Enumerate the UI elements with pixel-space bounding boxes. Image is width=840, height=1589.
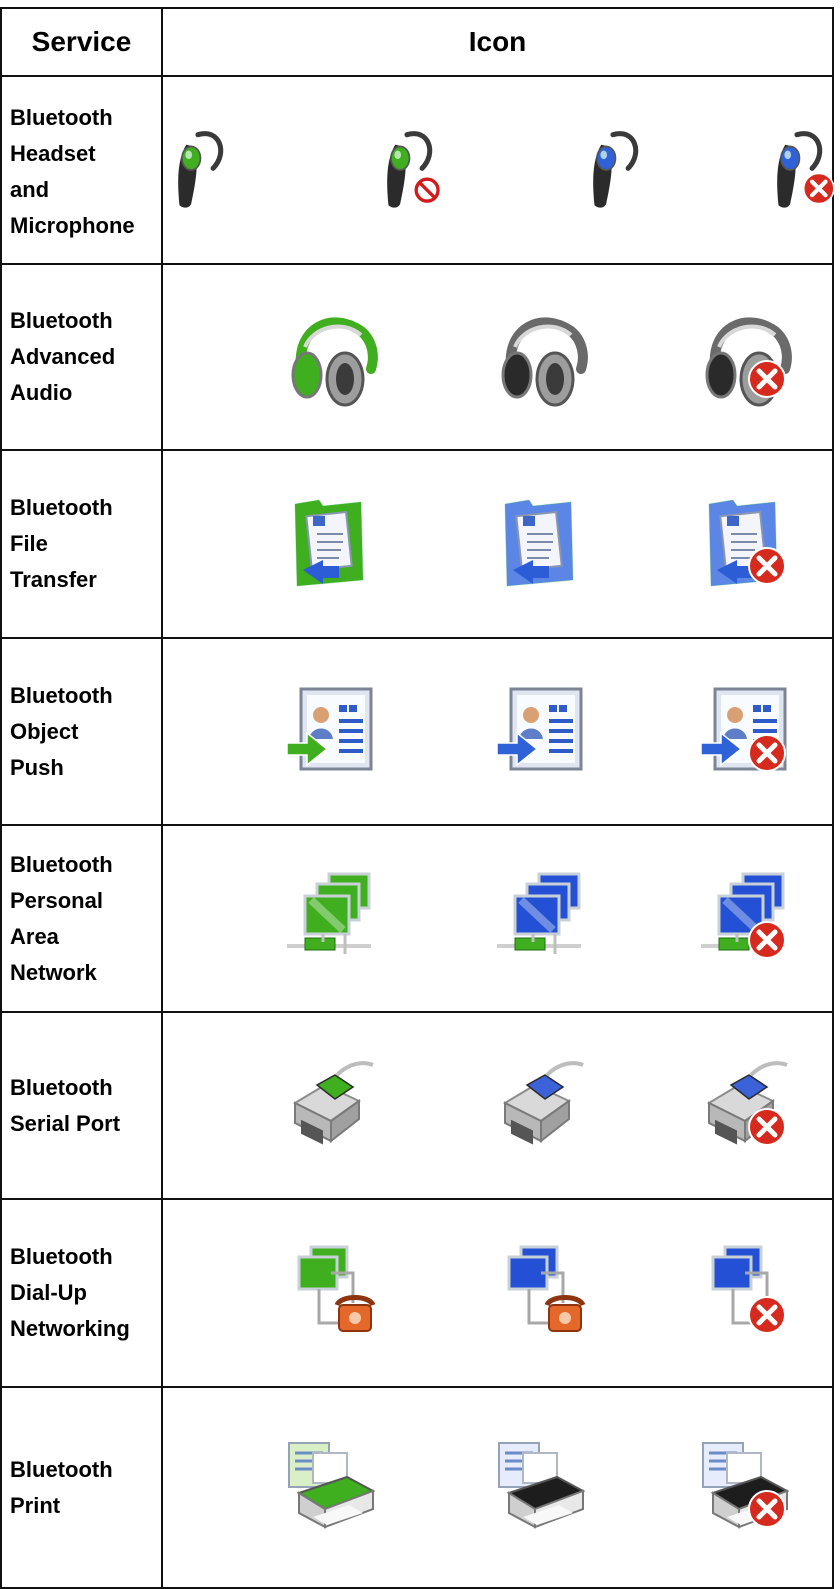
error-badge-icon	[748, 1108, 786, 1146]
service-label: Bluetooth Personal Area Network	[10, 851, 113, 985]
service-label: Bluetooth Dial-Up Networking	[10, 1244, 130, 1341]
file-transfer-folder-icon	[697, 494, 797, 594]
network-computers-icon	[493, 868, 593, 968]
object-push-icon	[697, 681, 797, 781]
printer-icon	[283, 1437, 383, 1537]
error-badge-icon	[748, 546, 786, 585]
service-label: Bluetooth File Transfer	[10, 495, 113, 592]
printer-icon	[493, 1437, 593, 1537]
table-right-border	[832, 8, 834, 1589]
error-badge-icon	[802, 172, 835, 204]
serial-port-icon	[283, 1055, 383, 1155]
file-transfer-folder-icon	[493, 494, 593, 594]
serial-port-icon	[697, 1055, 797, 1155]
error-badge-icon	[748, 1490, 786, 1528]
serial-port-icon	[493, 1055, 593, 1155]
error-badge-icon	[748, 1295, 786, 1334]
headphones-icon	[493, 307, 593, 407]
headset-icon	[161, 128, 245, 212]
network-computers-icon	[697, 868, 797, 968]
service-label: Bluetooth Headset and Microphone	[10, 105, 135, 238]
service-label: Bluetooth Object Push	[10, 682, 113, 780]
blocked-badge-icon	[414, 177, 440, 203]
dial-up-networking-icon	[493, 1243, 593, 1343]
service-column-header: Service	[31, 26, 132, 57]
object-push-icon	[493, 681, 593, 781]
error-badge-icon	[748, 734, 786, 772]
table-left-border	[0, 8, 2, 1589]
object-push-icon	[283, 681, 383, 781]
network-computers-icon	[283, 868, 383, 968]
headset-icon	[760, 128, 840, 212]
headset-icon	[370, 128, 454, 212]
service-label: Bluetooth Advanced Audio	[10, 308, 116, 405]
headphones-icon	[283, 307, 383, 407]
error-badge-icon	[748, 359, 786, 398]
error-badge-icon	[748, 921, 786, 959]
service-label: Bluetooth Print	[10, 1456, 113, 1518]
dial-up-networking-icon	[697, 1243, 797, 1343]
telephone-icon	[334, 1294, 376, 1332]
dial-up-networking-icon	[283, 1243, 383, 1343]
icon-column-header: Icon	[468, 26, 527, 57]
service-label: Bluetooth Serial Port	[10, 1074, 121, 1136]
file-transfer-folder-icon	[283, 494, 383, 594]
printer-icon	[697, 1437, 797, 1537]
headset-icon	[576, 128, 660, 212]
headphones-icon	[697, 307, 797, 407]
service-icon-table: Service Icon Bluetooth Headset and Micro…	[0, 0, 840, 1589]
telephone-icon	[544, 1294, 586, 1332]
